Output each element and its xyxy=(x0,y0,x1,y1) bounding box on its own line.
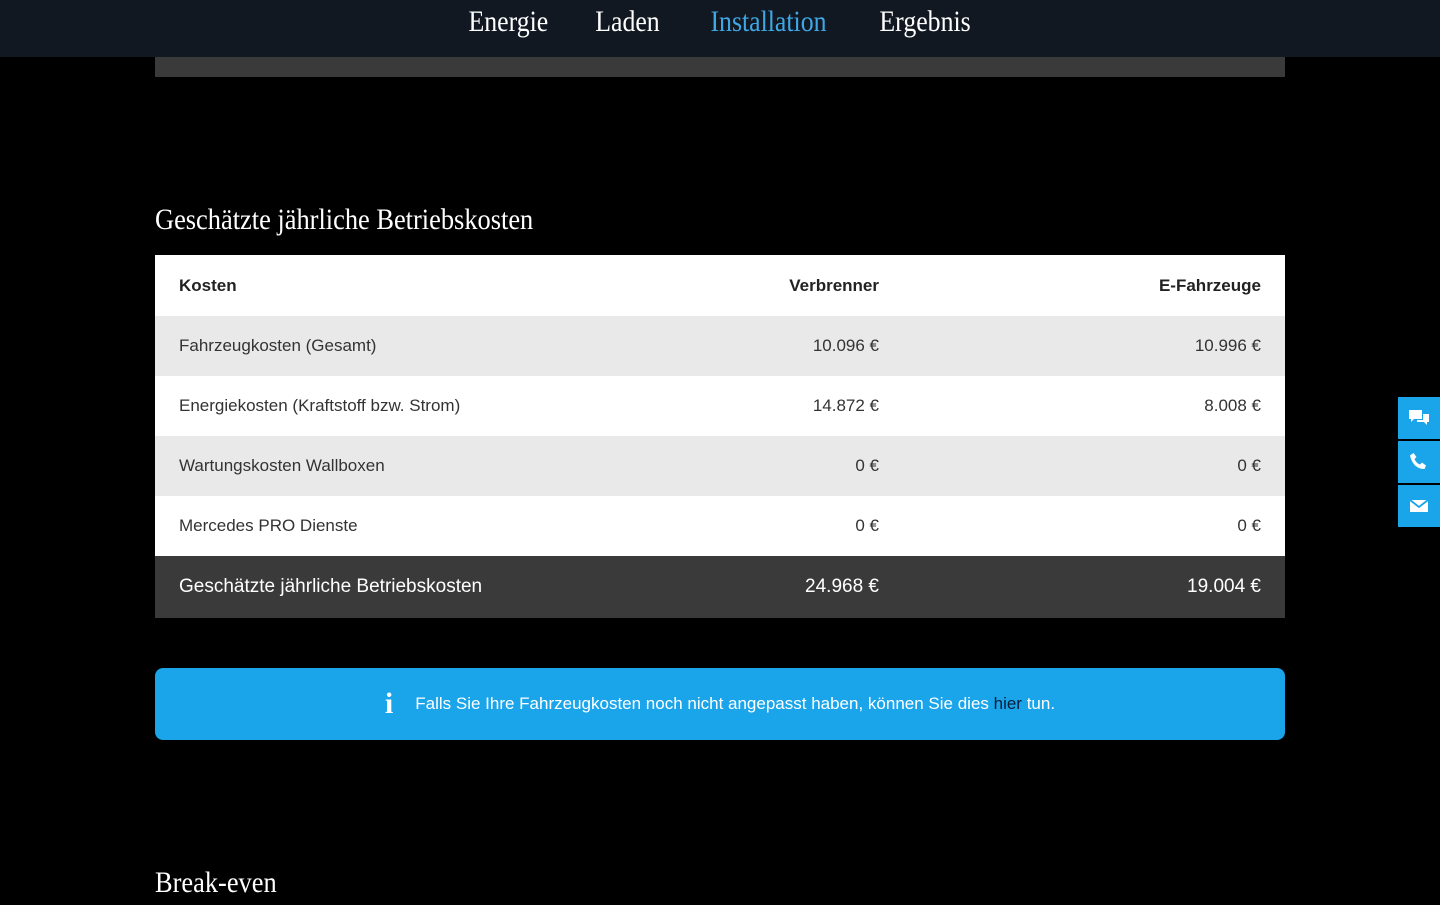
row-efahrzeuge-value: 0 € xyxy=(1237,516,1261,535)
row-efahrzeuge-value: 0 € xyxy=(1237,456,1261,475)
info-text-after: tun. xyxy=(1021,694,1056,713)
table-row: Mercedes PRO Dienste 0 € 0 € xyxy=(155,496,1285,556)
mail-icon xyxy=(1409,499,1429,512)
chat-icon xyxy=(1409,410,1429,425)
contact-side-buttons xyxy=(1398,397,1440,527)
total-efahrzeuge-value: 19.004 € xyxy=(1187,576,1261,597)
nav-tabs: Energie Laden Installation Ergebnis xyxy=(444,2,997,42)
row-label: Mercedes PRO Dienste xyxy=(179,516,358,535)
row-label: Energiekosten (Kraftstoff bzw. Strom) xyxy=(179,396,461,415)
top-navigation: Energie Laden Installation Ergebnis xyxy=(0,0,1440,57)
table-total-row: Geschätzte jährliche Betriebskosten 24.9… xyxy=(155,556,1285,618)
header-verbrenner: Verbrenner xyxy=(789,275,879,295)
row-label: Fahrzeugkosten (Gesamt) xyxy=(179,336,377,355)
info-link-hier[interactable]: hier xyxy=(994,694,1022,713)
total-label: Geschätzte jährliche Betriebskosten xyxy=(179,576,483,597)
row-verbrenner-value: 14.872 € xyxy=(812,396,879,415)
table-row: Energiekosten (Kraftstoff bzw. Strom) 14… xyxy=(155,376,1285,436)
tab-energie[interactable]: Energie xyxy=(453,2,564,42)
row-verbrenner-value: 0 € xyxy=(855,456,879,475)
header-efahrzeuge: E-Fahrzeuge xyxy=(1158,275,1261,295)
info-text: Falls Sie Ihre Fahrzeugkosten noch nicht… xyxy=(415,694,1055,714)
section-title-break-even: Break-even xyxy=(155,866,277,899)
tab-ergebnis[interactable]: Ergebnis xyxy=(864,2,986,42)
table-header-row: Kosten Verbrenner E-Fahrzeuge xyxy=(155,255,1285,316)
tab-laden[interactable]: Laden xyxy=(580,2,675,42)
section-title-betriebskosten: Geschätzte jährliche Betriebskosten xyxy=(155,203,534,236)
info-text-before: Falls Sie Ihre Fahrzeugkosten noch nicht… xyxy=(415,694,994,713)
info-banner: i Falls Sie Ihre Fahrzeugkosten noch nic… xyxy=(155,668,1285,740)
chat-button[interactable] xyxy=(1398,397,1440,439)
row-verbrenner-value: 10.096 € xyxy=(812,336,879,355)
tab-installation[interactable]: Installation xyxy=(695,2,842,42)
cost-table: Kosten Verbrenner E-Fahrzeuge Fahrzeugko… xyxy=(155,255,1285,618)
total-verbrenner-value: 24.968 € xyxy=(805,576,879,597)
header-kosten: Kosten xyxy=(179,275,237,295)
table-row: Wartungskosten Wallboxen 0 € 0 € xyxy=(155,436,1285,496)
table-row: Fahrzeugkosten (Gesamt) 10.096 € 10.996 … xyxy=(155,316,1285,376)
row-label: Wartungskosten Wallboxen xyxy=(179,456,385,475)
row-efahrzeuge-value: 10.996 € xyxy=(1194,336,1261,355)
mail-button[interactable] xyxy=(1398,485,1440,527)
info-icon: i xyxy=(384,687,394,720)
phone-icon xyxy=(1410,453,1426,469)
phone-button[interactable] xyxy=(1398,441,1440,483)
previous-section-footer xyxy=(155,57,1285,77)
row-verbrenner-value: 0 € xyxy=(855,516,879,535)
row-efahrzeuge-value: 8.008 € xyxy=(1204,396,1261,415)
